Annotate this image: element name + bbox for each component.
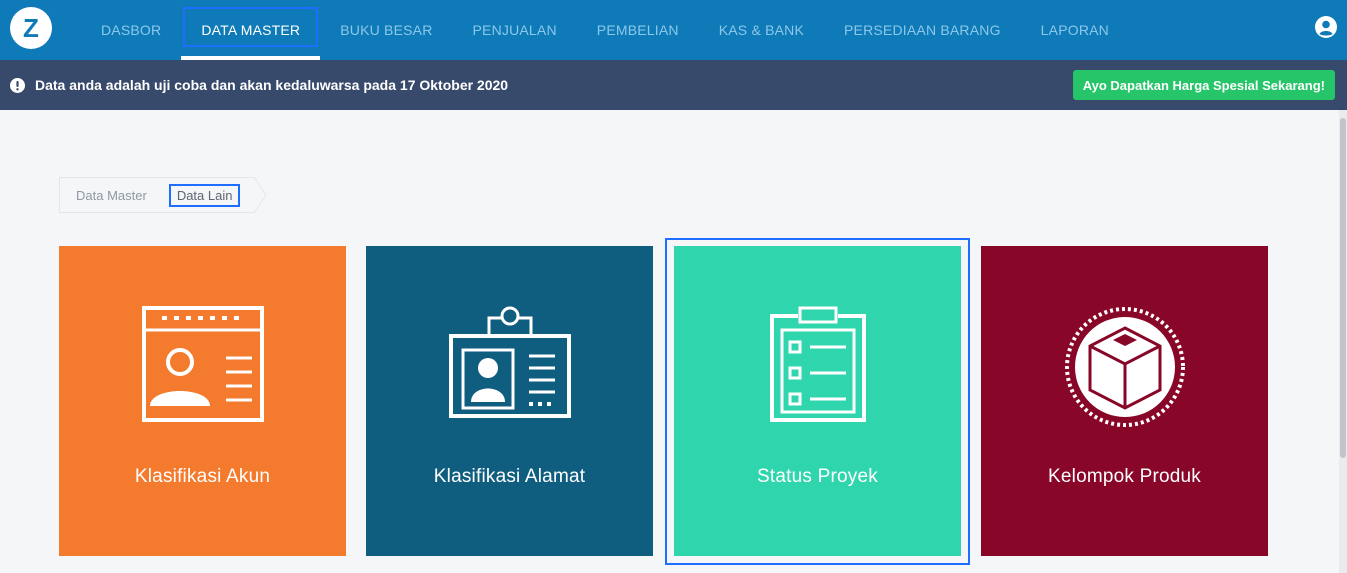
id-badge-icon (448, 306, 571, 418)
card-klasifikasi-alamat[interactable]: Klasifikasi Alamat (366, 246, 653, 556)
breadcrumb-current-label: Data Lain (168, 183, 241, 207)
nav-item-kas-bank[interactable]: KAS & BANK (699, 0, 824, 60)
special-price-button[interactable]: Ayo Dapatkan Harga Spesial Sekarang! (1072, 70, 1335, 100)
card-kelompok-produk[interactable]: Kelompok Produk (981, 246, 1268, 556)
trial-notice-text: Data anda adalah uji coba dan akan kedal… (35, 77, 509, 93)
breadcrumb-label: Data Master (76, 187, 147, 203)
clipboard-checklist-icon (769, 306, 866, 422)
logo-letter: Z (23, 13, 39, 43)
user-account-icon[interactable] (1315, 16, 1337, 38)
card-label: Kelompok Produk (1048, 466, 1201, 487)
account-card-icon (141, 306, 264, 422)
nav-item-laporan[interactable]: LAPORAN (1021, 0, 1129, 60)
page-scrollbar[interactable] (1339, 110, 1347, 573)
exclamation-icon (10, 78, 25, 93)
nav-item-buku-besar[interactable]: BUKU BESAR (320, 0, 452, 60)
card-status-proyek[interactable]: Status Proyek (674, 246, 961, 556)
product-box-icon (1064, 307, 1185, 427)
breadcrumb-end-icon (254, 177, 267, 213)
card-label: Status Proyek (757, 466, 878, 487)
nav-item-data-master[interactable]: DATA MASTER (181, 0, 321, 60)
breadcrumb: Data Master Data Lain (59, 177, 267, 213)
main-nav: DASBOR DATA MASTER BUKU BESAR PENJUALAN … (81, 0, 1129, 60)
nav-item-pembelian[interactable]: PEMBELIAN (577, 0, 699, 60)
card-label: Klasifikasi Akun (134, 466, 271, 487)
nav-item-penjualan[interactable]: PENJUALAN (453, 0, 577, 60)
top-navbar: Z DASBOR DATA MASTER BUKU BESAR PENJUALA… (0, 0, 1347, 60)
nav-item-persediaan-barang[interactable]: PERSEDIAAN BARANG (824, 0, 1021, 60)
card-label: Klasifikasi Alamat (433, 466, 586, 487)
app-logo[interactable]: Z (10, 7, 52, 49)
scrollbar-thumb[interactable] (1340, 118, 1346, 458)
trial-notice-bar: Data anda adalah uji coba dan akan kedal… (0, 60, 1347, 110)
nav-item-label: DATA MASTER (201, 22, 301, 38)
breadcrumb-item-data-lain[interactable]: Data Lain (158, 177, 267, 213)
nav-item-dasbor[interactable]: DASBOR (81, 0, 181, 60)
card-klasifikasi-akun[interactable]: Klasifikasi Akun (59, 246, 346, 556)
breadcrumb-item-data-master[interactable]: Data Master (59, 177, 171, 213)
